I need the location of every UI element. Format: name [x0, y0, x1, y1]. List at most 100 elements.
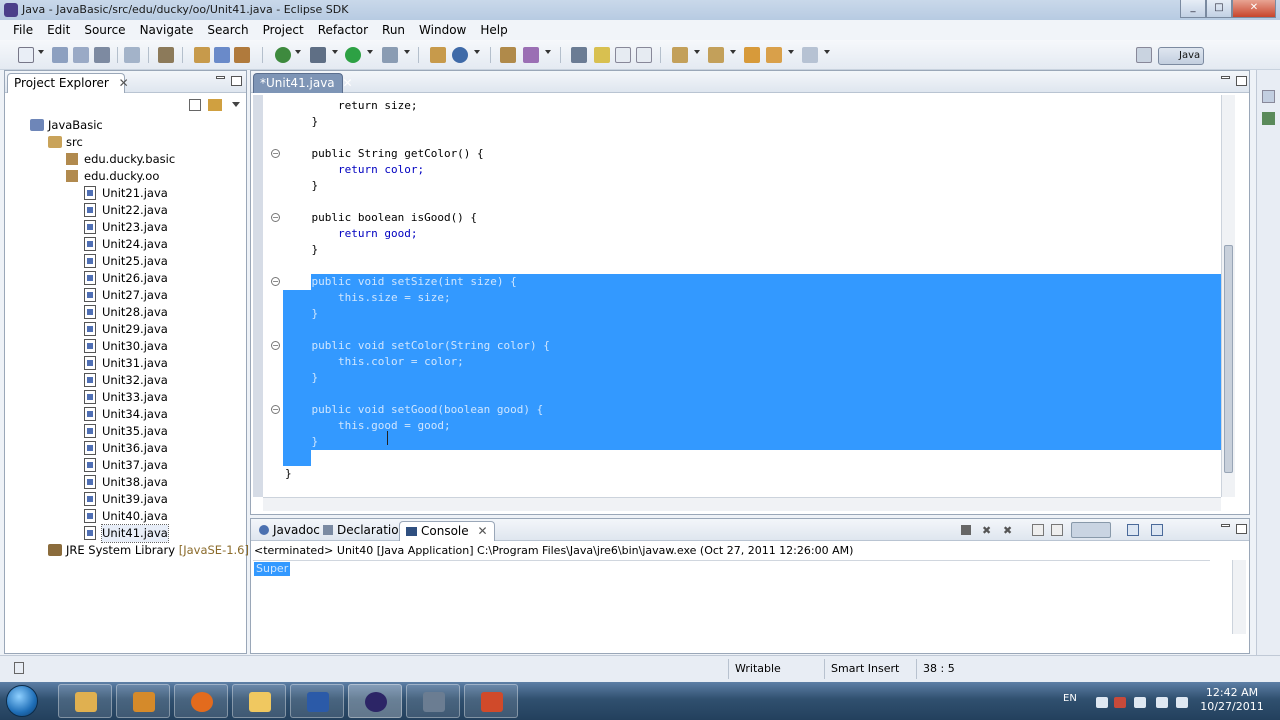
- last-edit-location-icon[interactable]: [744, 47, 760, 63]
- next-annotation-icon[interactable]: [672, 47, 688, 63]
- new-class-wizard-icon[interactable]: [452, 47, 468, 63]
- volume-icon[interactable]: [1176, 697, 1188, 708]
- tree-file[interactable]: Unit23.java: [84, 219, 168, 236]
- tray-arrow-icon[interactable]: [1096, 697, 1108, 708]
- fast-view-icon[interactable]: [14, 662, 24, 674]
- tree-file[interactable]: Unit38.java: [84, 474, 168, 491]
- tree-file[interactable]: Unit40.java: [84, 508, 168, 525]
- tray-flag-icon[interactable]: [1114, 697, 1126, 708]
- tree-src-folder[interactable]: src: [48, 134, 83, 151]
- run-icon[interactable]: [345, 47, 361, 63]
- coverage-icon[interactable]: [382, 47, 398, 63]
- tree-file[interactable]: Unit39.java: [84, 491, 168, 508]
- task-list-icon[interactable]: [1262, 112, 1275, 125]
- publish-icon[interactable]: [124, 47, 140, 63]
- tree-file[interactable]: Unit27.java: [84, 287, 168, 304]
- previous-annotation-icon[interactable]: [708, 47, 724, 63]
- tree-file[interactable]: Unit28.java: [84, 304, 168, 321]
- external-tools-icon[interactable]: [310, 47, 326, 63]
- tree-file[interactable]: Unit31.java: [84, 355, 168, 372]
- tab-javadoc[interactable]: Javadoc: [253, 521, 326, 541]
- tree-file[interactable]: Unit30.java: [84, 338, 168, 355]
- fold-icon[interactable]: −: [271, 341, 280, 350]
- maximize-button[interactable]: □: [1206, 0, 1232, 18]
- maximize-view-icon[interactable]: [231, 76, 242, 86]
- menu-file[interactable]: File: [6, 23, 40, 37]
- fold-icon[interactable]: −: [271, 277, 280, 286]
- fold-icon[interactable]: −: [271, 405, 280, 414]
- menu-search[interactable]: Search: [200, 23, 255, 37]
- fold-icon[interactable]: −: [271, 149, 280, 158]
- system-clock[interactable]: 12:42 AM 10/27/2011: [1196, 686, 1268, 714]
- menu-run[interactable]: Run: [375, 23, 412, 37]
- outline-view-icon[interactable]: [1262, 90, 1275, 103]
- collapse-all-icon[interactable]: [189, 99, 201, 111]
- editor-horizontal-scrollbar[interactable]: [263, 497, 1221, 511]
- tree-file[interactable]: Unit34.java: [84, 406, 168, 423]
- close-icon[interactable]: ✕: [477, 524, 487, 538]
- open-console-icon[interactable]: [1151, 524, 1163, 536]
- tree-file-selected[interactable]: Unit41.java: [84, 524, 169, 543]
- menu-project[interactable]: Project: [256, 23, 311, 37]
- menu-navigate[interactable]: Navigate: [133, 23, 201, 37]
- scroll-lock-icon[interactable]: [1032, 524, 1044, 536]
- tree-file[interactable]: Unit37.java: [84, 457, 168, 474]
- editor-vertical-scrollbar[interactable]: [1221, 95, 1235, 497]
- network-icon[interactable]: [1156, 697, 1168, 708]
- close-icon[interactable]: ✕: [119, 76, 129, 90]
- tree-project[interactable]: JavaBasic: [30, 117, 103, 134]
- taskbar-app[interactable]: [406, 684, 460, 718]
- view-menu-icon[interactable]: [232, 102, 240, 107]
- minimize-view-icon[interactable]: [1221, 76, 1230, 79]
- highlight-icon[interactable]: [594, 47, 610, 63]
- tab-declaration[interactable]: Declaration: [317, 521, 412, 541]
- block-selection-icon[interactable]: [615, 47, 631, 63]
- tree-file[interactable]: Unit24.java: [84, 236, 168, 253]
- tree-file[interactable]: Unit21.java: [84, 185, 168, 202]
- console-output-area[interactable]: Super: [253, 560, 1210, 634]
- link-with-editor-icon[interactable]: [208, 99, 222, 111]
- pin-console-icon[interactable]: [1071, 522, 1111, 538]
- open-perspective-icon[interactable]: [1136, 47, 1152, 63]
- tray-device-icon[interactable]: [1134, 697, 1146, 708]
- menu-window[interactable]: Window: [412, 23, 473, 37]
- tree-file[interactable]: Unit33.java: [84, 389, 168, 406]
- remove-launch-icon[interactable]: ✖: [982, 524, 991, 537]
- save-icon[interactable]: [52, 47, 68, 63]
- tree-file[interactable]: Unit35.java: [84, 423, 168, 440]
- tree-file[interactable]: Unit22.java: [84, 202, 168, 219]
- tab-console[interactable]: Console ✕: [399, 521, 495, 541]
- taskbar-eclipse[interactable]: [348, 684, 402, 718]
- language-indicator[interactable]: EN: [1063, 693, 1077, 704]
- debug-icon[interactable]: [275, 47, 291, 63]
- new-package-icon[interactable]: [194, 47, 210, 63]
- close-button[interactable]: ✕: [1232, 0, 1276, 18]
- tree-file[interactable]: Unit26.java: [84, 270, 168, 287]
- build-icon[interactable]: [158, 47, 174, 63]
- code-editor[interactable]: return size; } − public String getColor(…: [263, 95, 1221, 497]
- menu-help[interactable]: Help: [473, 23, 514, 37]
- tree-package[interactable]: edu.ducky.basic: [66, 151, 175, 168]
- print-icon[interactable]: [94, 47, 110, 63]
- taskbar-word[interactable]: [290, 684, 344, 718]
- menu-edit[interactable]: Edit: [40, 23, 77, 37]
- new-dropdown-icon[interactable]: [38, 50, 44, 54]
- toggle-mark-occurrences-icon[interactable]: [571, 47, 587, 63]
- tree-library[interactable]: JRE System Library [JavaSE-1.6]: [48, 542, 249, 559]
- new-icon[interactable]: [18, 47, 34, 63]
- java-perspective-button[interactable]: Java: [1158, 47, 1204, 65]
- tab-project-explorer[interactable]: Project Explorer ✕: [7, 73, 129, 93]
- tree-package[interactable]: edu.ducky.oo: [66, 168, 159, 185]
- minimize-view-icon[interactable]: [216, 76, 225, 79]
- taskbar-recorder[interactable]: [464, 684, 518, 718]
- search-icon[interactable]: [523, 47, 539, 63]
- forward-icon[interactable]: [802, 47, 818, 63]
- start-button[interactable]: [6, 685, 38, 717]
- remove-all-terminated-icon[interactable]: ✖: [1003, 524, 1012, 537]
- new-class-icon[interactable]: [214, 47, 230, 63]
- open-type-icon[interactable]: [234, 47, 250, 63]
- open-folder-icon[interactable]: [500, 47, 516, 63]
- tree-file[interactable]: Unit25.java: [84, 253, 168, 270]
- taskbar-explorer[interactable]: [58, 684, 112, 718]
- maximize-view-icon[interactable]: [1236, 524, 1247, 534]
